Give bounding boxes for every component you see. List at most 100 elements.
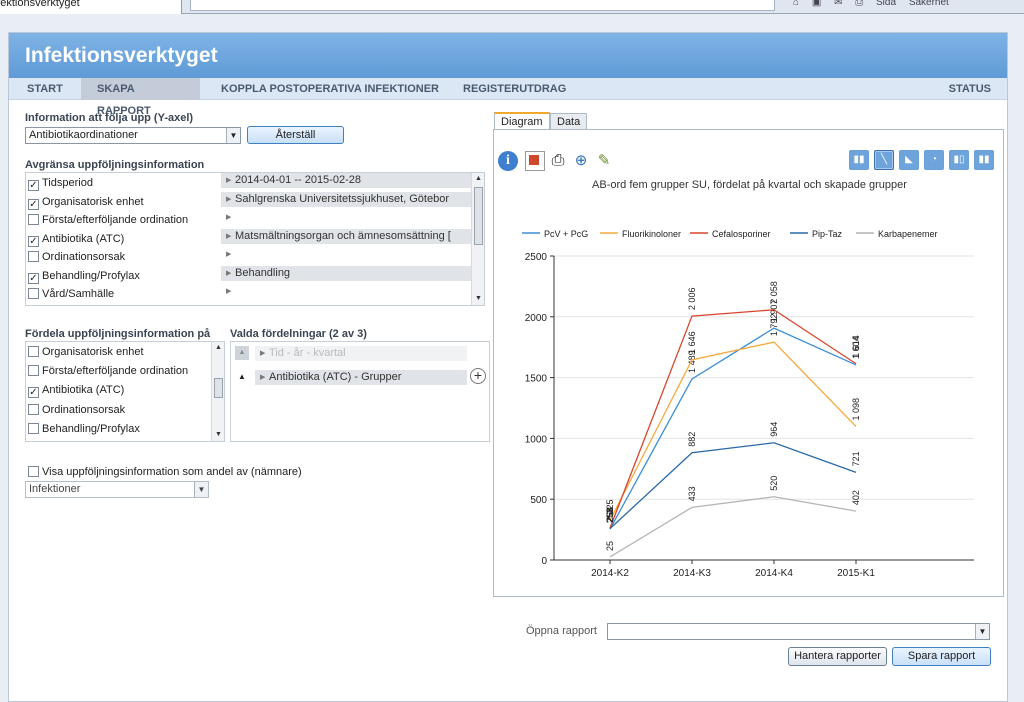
- scroll-thumb[interactable]: [214, 378, 223, 398]
- share-checkbox[interactable]: [28, 466, 39, 477]
- dist-row[interactable]: Ordinationsorsak: [28, 403, 125, 420]
- home-icon[interactable]: ⌂: [793, 0, 799, 8]
- limit-filter[interactable]: ▶ Sahlgrenska Universitetssjukhuset, Göte…: [221, 191, 477, 207]
- stacked-chart-icon[interactable]: ▮▮: [974, 150, 994, 170]
- checkbox[interactable]: ✓: [28, 272, 39, 284]
- dist-row[interactable]: Organisatorisk enhet: [28, 346, 144, 362]
- limit-scrollbar[interactable]: ▲ ▼: [471, 173, 484, 305]
- open-report-select[interactable]: ▼: [607, 623, 990, 640]
- nav-registerutdrag[interactable]: REGISTERUTDRAG: [447, 78, 582, 100]
- checkbox[interactable]: ✓: [28, 198, 39, 210]
- series-line-3: [609, 442, 857, 530]
- checkbox[interactable]: [28, 346, 39, 357]
- checkbox[interactable]: [28, 403, 39, 415]
- bar-chart-icon[interactable]: ▮▮: [849, 150, 869, 170]
- checkbox[interactable]: [28, 422, 39, 434]
- checkbox[interactable]: ✓: [28, 235, 39, 247]
- limit-filter[interactable]: ▶ Behandling: [221, 265, 477, 281]
- column-chart-icon[interactable]: ▮▯: [949, 150, 969, 170]
- reset-button[interactable]: Återställ: [247, 126, 344, 144]
- print-icon[interactable]: ⎙: [548, 151, 568, 171]
- nav-skapa-rapport[interactable]: SKAPA RAPPORT: [81, 78, 200, 117]
- checkbox[interactable]: ✓: [28, 180, 39, 191]
- limit-row[interactable]: ✓ Tidsperiod: [28, 177, 93, 193]
- manage-reports-button[interactable]: Hantera rapporter: [788, 647, 887, 666]
- limit-filter-value: 2014-04-01 -- 2015-02-28: [235, 174, 361, 186]
- limit-filter[interactable]: ▶: [221, 247, 477, 262]
- checkbox[interactable]: [28, 288, 39, 299]
- scroll-up-icon[interactable]: ▲: [472, 173, 485, 185]
- page-menu[interactable]: Sida: [876, 0, 896, 8]
- chevron-down-icon[interactable]: ▼: [226, 128, 240, 143]
- limit-filter[interactable]: ▶: [221, 284, 477, 299]
- chosen-item-label: Tid - år - kvartal: [269, 347, 346, 359]
- line-chart: PcV + PcG Fluorikinoloner Cefalosporiner Pi…: [522, 229, 974, 579]
- scroll-thumb[interactable]: [474, 187, 483, 245]
- main-nav: START SKAPA RAPPORT KOPPLA POSTOPERATIVA…: [9, 78, 1007, 117]
- chosen-item-1[interactable]: ▶ Antibiotika (ATC) - Grupper: [255, 370, 467, 385]
- zoom-icon[interactable]: ⊕: [571, 151, 591, 171]
- move-up-icon[interactable]: ▲: [235, 346, 249, 360]
- nav-start[interactable]: START: [11, 78, 79, 100]
- scroll-down-icon[interactable]: ▼: [212, 429, 225, 441]
- checkbox[interactable]: [28, 214, 39, 225]
- add-icon[interactable]: +: [470, 368, 486, 384]
- line-chart-icon[interactable]: ╲: [874, 150, 894, 170]
- app-window: Infektionsverktyget START SKAPA RAPPORT …: [8, 32, 1008, 702]
- expand-icon: ▶: [226, 195, 232, 203]
- y-tick-label: 1500: [525, 374, 548, 385]
- expand-icon: ▶: [226, 251, 232, 258]
- share-row[interactable]: Visa uppföljningsinformation som andel a…: [28, 466, 302, 482]
- share-label: Visa uppföljningsinformation som andel a…: [42, 466, 302, 478]
- limit-row[interactable]: Vård/Samhälle: [28, 288, 114, 304]
- powerpoint-icon[interactable]: [525, 151, 545, 171]
- chosen-item-0[interactable]: ▶ Tid - år - kvartal: [255, 346, 467, 361]
- mail-icon[interactable]: ✉: [834, 0, 842, 8]
- legend-label: PcV + PcG: [544, 229, 588, 239]
- dist-scrollbar[interactable]: ▲ ▼: [211, 342, 224, 441]
- checkbox[interactable]: [28, 251, 39, 262]
- browser-tab[interactable]: Infektionsverktyget: [0, 0, 182, 14]
- limit-filter[interactable]: ▶ Matsmältningsorgan och ämnesomsättning …: [221, 228, 477, 244]
- print-icon[interactable]: ⎙: [855, 0, 863, 8]
- share-select[interactable]: Infektioner ▼: [25, 481, 209, 498]
- yaxis-select[interactable]: Antibiotikaordinationer ▼: [25, 127, 241, 144]
- address-bar[interactable]: [190, 0, 775, 11]
- checkbox[interactable]: ✓: [28, 387, 39, 399]
- yaxis-label: Information att följa upp (Y-axel): [25, 112, 194, 124]
- pie-chart-icon[interactable]: ◔: [924, 150, 944, 170]
- dist-row[interactable]: Behandling/Profylax: [28, 422, 140, 439]
- limit-filter[interactable]: ▶: [221, 210, 477, 225]
- dist-row[interactable]: Första/efterföljande ordination: [28, 365, 188, 381]
- limit-row[interactable]: ✓ Organisatorisk enhet: [28, 196, 144, 212]
- checkbox[interactable]: [28, 365, 39, 377]
- limit-filter-value: Sahlgrenska Universitetssjukhuset, Göteb…: [235, 192, 449, 205]
- limit-row[interactable]: Ordinationsorsak: [28, 251, 125, 267]
- limit-row[interactable]: ✓ Behandling/Profylax: [28, 270, 140, 286]
- expand-icon: ▶: [226, 269, 232, 277]
- chevron-down-icon[interactable]: ▼: [194, 482, 208, 497]
- dist-row[interactable]: ✓ Antibiotika (ATC): [28, 384, 124, 400]
- browser-bar: Infektionsverktyget ⌂ ▣ ✉ ⎙ Sida Säkerhe…: [0, 0, 1024, 14]
- x-tick-label: 2014-K2: [591, 568, 629, 579]
- expand-icon: ▶: [226, 214, 232, 221]
- y-tick-label: 2000: [525, 313, 548, 324]
- scroll-up-icon[interactable]: ▲: [212, 342, 225, 354]
- expand-icon: ▶: [260, 374, 266, 381]
- scroll-down-icon[interactable]: ▼: [472, 293, 485, 305]
- info-icon[interactable]: i: [498, 151, 518, 171]
- safety-menu[interactable]: Säkerhet: [909, 0, 949, 8]
- nav-koppla[interactable]: KOPPLA POSTOPERATIVA INFEKTIONER: [205, 78, 455, 100]
- chevron-down-icon[interactable]: ▼: [975, 624, 989, 639]
- move-up-icon[interactable]: ▲: [235, 370, 249, 384]
- limit-row[interactable]: ✓ Antibiotika (ATC): [28, 233, 124, 249]
- limit-filter-value: Matsmältningsorgan och ämnesomsättning [: [235, 229, 451, 242]
- limit-row[interactable]: Första/efterföljande ordination: [28, 214, 188, 230]
- save-report-button[interactable]: Spara rapport: [892, 647, 991, 666]
- nav-status[interactable]: STATUS: [933, 78, 1007, 100]
- feeds-icon[interactable]: ▣: [812, 0, 821, 8]
- edit-icon[interactable]: ✎: [594, 151, 614, 171]
- x-tick-label: 2014-K3: [673, 568, 711, 579]
- limit-filter[interactable]: ▶ 2014-04-01 -- 2015-02-28: [221, 173, 477, 188]
- area-chart-icon[interactable]: ◣: [899, 150, 919, 170]
